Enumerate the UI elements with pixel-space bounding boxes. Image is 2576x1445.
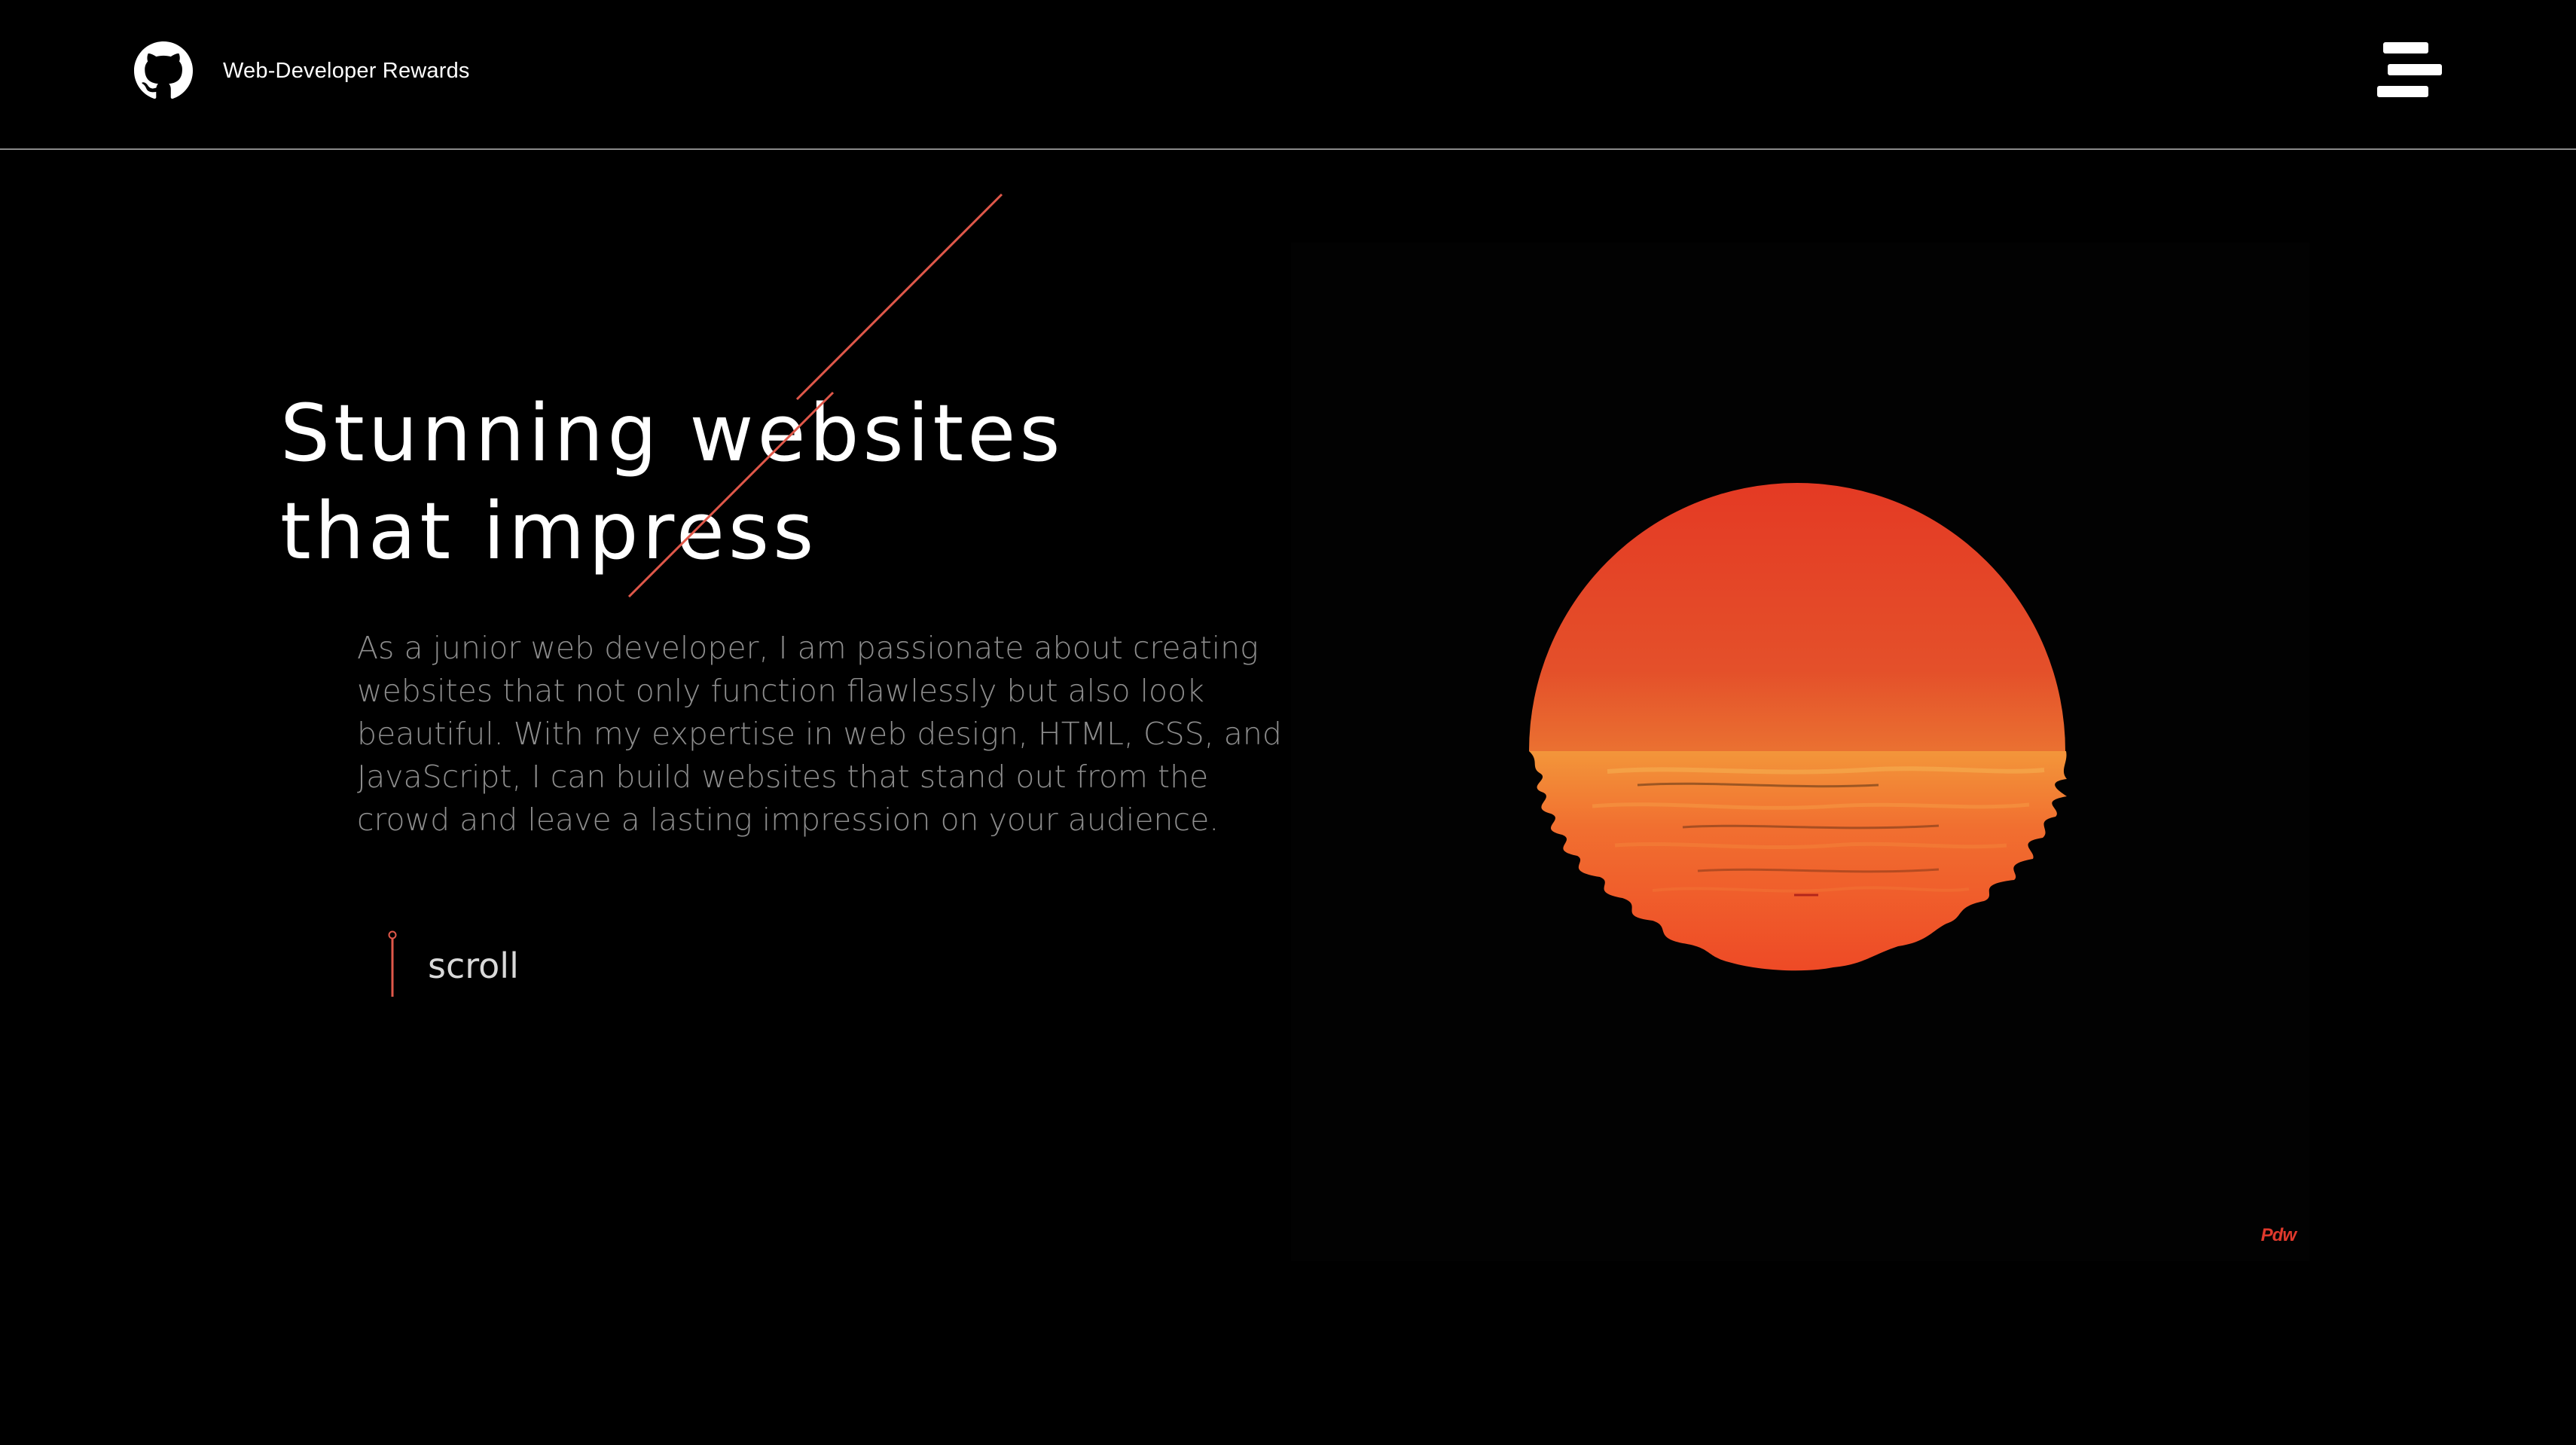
diagonal-line-upper (795, 193, 1003, 401)
sun-reflection (1529, 751, 2067, 971)
artwork-signature: Pdw (2260, 1225, 2297, 1245)
menu-bar-bottom (2377, 86, 2428, 97)
github-icon (134, 41, 193, 99)
home-link[interactable]: Web-Developer Rewards (134, 41, 470, 100)
hero-title-line-2: that impress (280, 485, 818, 577)
sunset-artwork: Pdw (1291, 243, 2309, 1261)
scroll-line-icon (388, 930, 397, 997)
menu-bar-top (2383, 42, 2428, 53)
hero-title-line-1: Stunning websites (280, 387, 1064, 479)
hero-description: As a junior web developer, I am passiona… (357, 630, 1282, 838)
scroll-label: scroll (428, 946, 519, 986)
sunset-illustration (1529, 483, 2067, 971)
page: Web-Developer Rewards Stunning websites … (0, 0, 2576, 1445)
hamburger-menu-icon[interactable] (2377, 42, 2442, 98)
hero-title: Stunning websites that impress (280, 384, 1064, 580)
scroll-indicator[interactable]: scroll (387, 930, 519, 997)
site-header: Web-Developer Rewards (0, 0, 2576, 150)
menu-bar-middle (2388, 64, 2442, 75)
site-title: Web-Developer Rewards (223, 58, 470, 83)
